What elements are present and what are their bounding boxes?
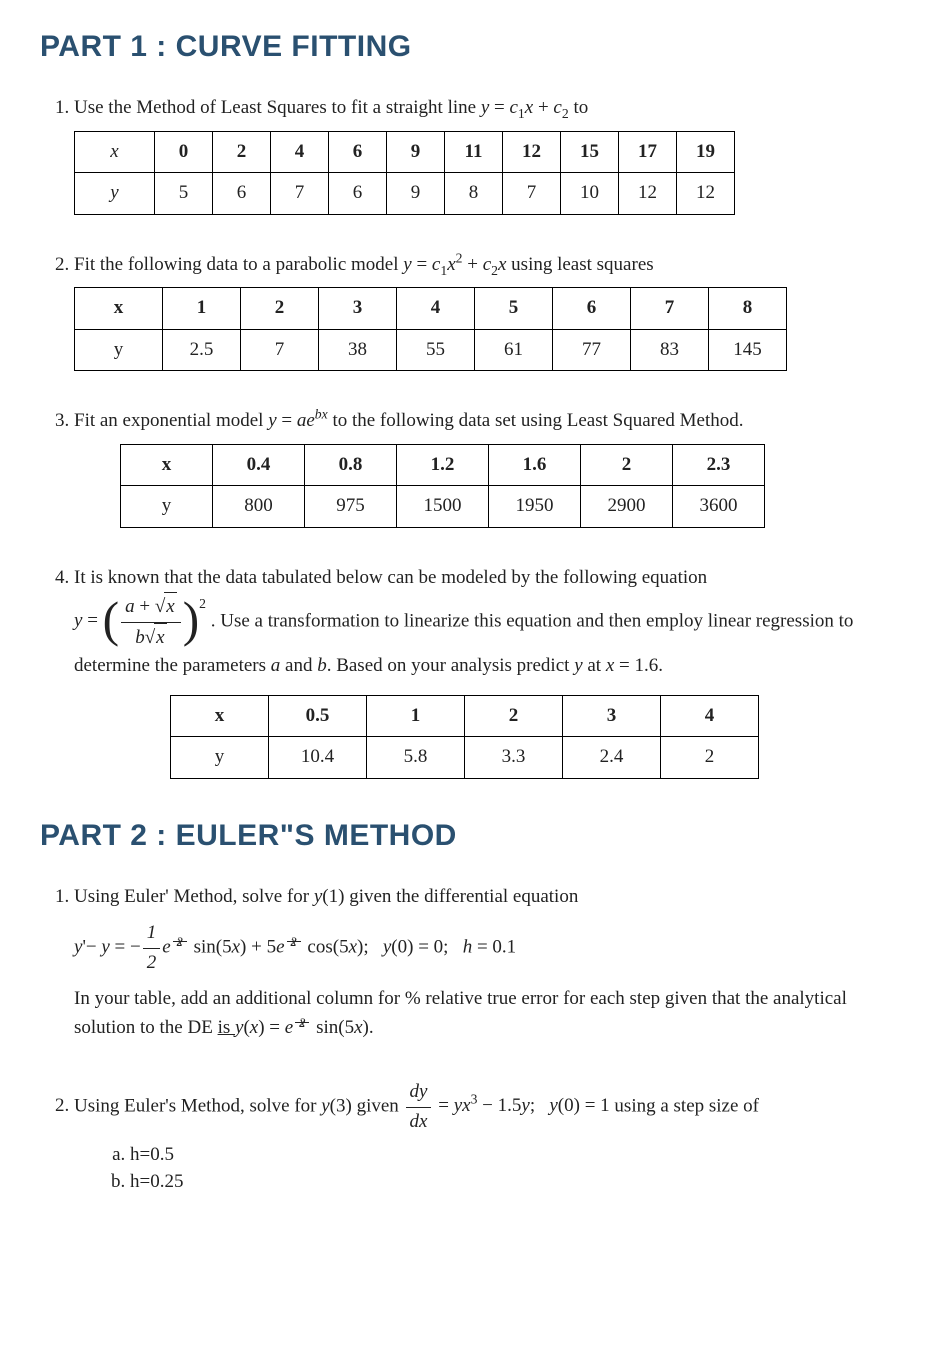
row-label-x: x bbox=[171, 695, 269, 737]
q2-table: x 1 2 3 4 5 6 7 8 y 2.5 7 38 55 61 77 83… bbox=[74, 287, 787, 371]
q4-text-a: It is known that the data tabulated belo… bbox=[74, 567, 707, 588]
part1-questions: Use the Method of Least Squares to fit a… bbox=[40, 94, 901, 779]
q4-param-b: b bbox=[317, 655, 327, 676]
table-row: x 0 2 4 6 9 11 12 15 17 19 bbox=[75, 131, 735, 173]
part2-q1: Using Euler' Method, solve for y(1) give… bbox=[74, 883, 901, 1043]
part1-q1: Use the Method of Least Squares to fit a… bbox=[74, 94, 901, 215]
table-row: y 10.4 5.8 3.3 2.4 2 bbox=[171, 737, 759, 779]
q4-text-d: . Based on your analysis predict bbox=[327, 655, 574, 676]
q3-equation: y = aebx bbox=[268, 410, 328, 431]
p2q2-line-a: Using Euler's Method, solve for bbox=[74, 1095, 321, 1116]
row-label-y: y bbox=[171, 737, 269, 779]
p2q1-line1-b: given the differential equation bbox=[344, 886, 578, 907]
row-label-y: y bbox=[75, 173, 155, 215]
row-label-x: x bbox=[121, 444, 213, 486]
part1-q3: Fit an exponential model y = aebx to the… bbox=[74, 407, 901, 528]
p2q2-ode: dydx = yx3 − 1.5y; y(0) = 1 bbox=[404, 1095, 615, 1116]
part1-q2: Fit the following data to a parabolic mo… bbox=[74, 251, 901, 372]
p2q2-opt-a: h=0.5 bbox=[130, 1142, 901, 1169]
part2-questions: Using Euler' Method, solve for y(1) give… bbox=[40, 883, 901, 1196]
q4-text-e: at bbox=[583, 655, 606, 676]
part1-title: PART 1 : CURVE FITTING bbox=[40, 30, 901, 64]
q1-equation: y = c1x + c2 bbox=[481, 97, 569, 118]
part1-q4: It is known that the data tabulated belo… bbox=[74, 564, 901, 779]
q1-text-a: Use the Method of Least Squares to fit a… bbox=[74, 97, 481, 118]
q4-var-y: y bbox=[574, 655, 582, 676]
row-label-x: x bbox=[75, 288, 163, 330]
table-row: x 1 2 3 4 5 6 7 8 bbox=[75, 288, 787, 330]
q4-table: x 0.5 1 2 3 4 y 10.4 5.8 3.3 2.4 2 bbox=[170, 695, 759, 779]
table-row: x 0.5 1 2 3 4 bbox=[171, 695, 759, 737]
p2q1-ode: y'− y = −12ex2 sin(5x) + 5ex2 cos(5x); y… bbox=[74, 919, 516, 977]
q2-text-a: Fit the following data to a parabolic mo… bbox=[74, 254, 403, 275]
q1-text-b: to bbox=[569, 97, 589, 118]
q3-text-b: to the following data set using Least Sq… bbox=[328, 410, 744, 431]
q4-param-a: a bbox=[271, 655, 281, 676]
q2-equation: y = c1x2 + c2x bbox=[403, 254, 506, 275]
p2q1-line1-a: Using Euler' Method, solve for bbox=[74, 886, 314, 907]
part2-title: PART 2 : EULER"S METHOD bbox=[40, 819, 901, 853]
q4-text-f: = 1.6. bbox=[614, 655, 663, 676]
p2q2-line-c: using a step size of bbox=[614, 1095, 759, 1116]
p2q2-opt-b: h=0.25 bbox=[130, 1169, 901, 1196]
p2q2-line-b: given bbox=[352, 1095, 404, 1116]
p2q1-target: y(1) bbox=[314, 886, 345, 907]
p2q1-period: . bbox=[369, 1017, 374, 1038]
q4-equation: y = ( a + x bx )2 bbox=[74, 610, 211, 631]
p2q2-options: h=0.5 h=0.25 bbox=[74, 1142, 901, 1195]
p2q1-line2-a: In your table, add an additional column … bbox=[74, 988, 847, 1038]
p2q1-analytic: y(x) = ex2 sin(5x) bbox=[235, 1017, 369, 1038]
row-label-y: y bbox=[75, 329, 163, 371]
table-row: y 5 6 7 6 9 8 7 10 12 12 bbox=[75, 173, 735, 215]
q4-text-c: and bbox=[280, 655, 317, 676]
p2q1-is: is bbox=[218, 1017, 235, 1038]
q2-text-b: using least squares bbox=[506, 254, 653, 275]
row-label-y: y bbox=[121, 486, 213, 528]
table-row: x 0.4 0.8 1.2 1.6 2 2.3 bbox=[121, 444, 765, 486]
table-row: y 800 975 1500 1950 2900 3600 bbox=[121, 486, 765, 528]
table-row: y 2.5 7 38 55 61 77 83 145 bbox=[75, 329, 787, 371]
part2-q2: Using Euler's Method, solve for y(3) giv… bbox=[74, 1078, 901, 1195]
p2q2-target: y(3) bbox=[321, 1095, 352, 1116]
q1-table: x 0 2 4 6 9 11 12 15 17 19 y 5 6 7 6 9 8… bbox=[74, 131, 735, 215]
row-label-x: x bbox=[75, 131, 155, 173]
q3-text-a: Fit an exponential model bbox=[74, 410, 268, 431]
q3-table: x 0.4 0.8 1.2 1.6 2 2.3 y 800 975 1500 1… bbox=[120, 444, 765, 528]
